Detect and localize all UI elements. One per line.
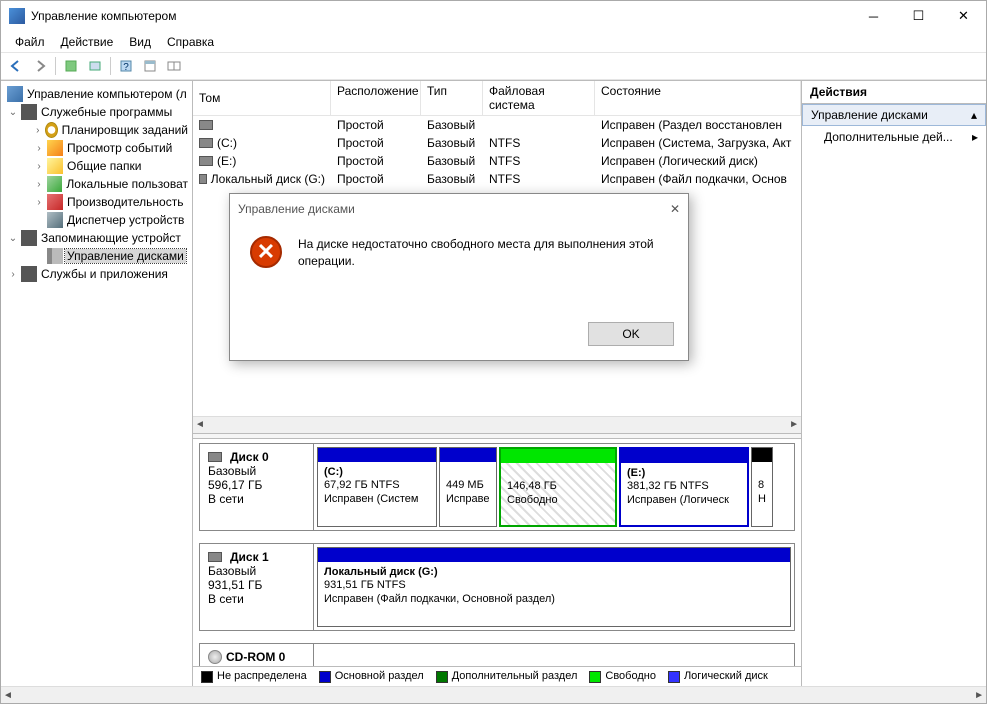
menu-view[interactable]: Вид — [121, 33, 159, 51]
legend-unalloc: Не распределена — [217, 670, 307, 682]
col-loc[interactable]: Расположение — [331, 81, 421, 115]
device-icon — [47, 212, 63, 228]
partition-free[interactable]: 146,48 ГБСвободно — [499, 447, 617, 527]
dialog-close-button[interactable]: ✕ — [670, 202, 680, 216]
tree-events[interactable]: ›Просмотр событий — [3, 139, 190, 157]
tree-scheduler[interactable]: ›Планировщик заданий — [3, 121, 190, 139]
menu-action[interactable]: Действие — [53, 33, 122, 51]
clock-icon — [45, 122, 58, 138]
folder-icon — [47, 158, 63, 174]
tree-users[interactable]: ›Локальные пользоват — [3, 175, 190, 193]
window-title: Управление компьютером — [31, 9, 176, 23]
tree-devices[interactable]: Диспетчер устройств — [3, 211, 190, 229]
volume-icon — [199, 174, 207, 184]
toolbar: ? — [1, 53, 986, 80]
partition-recovery[interactable]: 449 МБИсправе — [439, 447, 497, 527]
actions-panel: Действия Управление дисками▴ Дополнитель… — [802, 81, 986, 686]
error-dialog: Управление дисками ✕ ✕ На диске недостат… — [229, 193, 689, 361]
volume-icon — [199, 138, 213, 148]
help-button[interactable]: ? — [115, 55, 137, 77]
tree-storage[interactable]: ⌄Запоминающие устройст — [3, 229, 190, 247]
volume-table: Том Расположение Тип Файловая система Со… — [193, 81, 801, 188]
actions-more[interactable]: Дополнительные дей...▸ — [802, 126, 986, 148]
volume-header: Том Расположение Тип Файловая система Со… — [193, 81, 801, 116]
partition-small[interactable]: 8Н — [751, 447, 773, 527]
close-button[interactable]: ✕ — [941, 2, 986, 31]
main-panel: Том Расположение Тип Файловая система Со… — [193, 81, 802, 686]
volume-row[interactable]: (E:) ПростойБазовыйNTFSИсправен (Логичес… — [193, 152, 801, 170]
legend-logical: Логический диск — [684, 670, 768, 682]
tree-root[interactable]: Управление компьютером (л — [3, 85, 190, 103]
minimize-button[interactable]: ─ — [851, 2, 896, 31]
back-button[interactable] — [5, 55, 27, 77]
svg-text:?: ? — [123, 62, 129, 73]
partition-e[interactable]: (E:)381,32 ГБ NTFSИсправен (Логическ — [619, 447, 749, 527]
toolbar-btn-2[interactable] — [139, 55, 161, 77]
tools-icon — [21, 104, 37, 120]
content-area: Управление компьютером (л ⌄Служебные про… — [1, 80, 986, 686]
volume-row[interactable]: ПростойБазовыйИсправен (Раздел восстанов… — [193, 116, 801, 134]
volume-row[interactable]: (C:) ПростойБазовыйNTFSИсправен (Система… — [193, 134, 801, 152]
legend-free: Свободно — [605, 670, 656, 682]
titlebar: Управление компьютером ─ ☐ ✕ — [1, 1, 986, 31]
collapse-icon: ▴ — [971, 108, 977, 122]
toolbar-btn-1[interactable] — [60, 55, 82, 77]
dialog-message: На диске недостаточно свободного места д… — [298, 236, 668, 270]
cd-icon — [208, 650, 222, 664]
partition-c[interactable]: (C:)67,92 ГБ NTFSИсправен (Систем — [317, 447, 437, 527]
col-state[interactable]: Состояние — [595, 81, 801, 115]
disk-icon — [208, 552, 222, 562]
forward-button[interactable] — [29, 55, 51, 77]
menu-file[interactable]: Файл — [7, 33, 53, 51]
table-hscroll[interactable]: ◄► — [193, 416, 801, 433]
legend-primary: Основной раздел — [335, 670, 424, 682]
volume-row[interactable]: Локальный диск (G:) ПростойБазовыйNTFSИс… — [193, 170, 801, 188]
menubar: Файл Действие Вид Справка — [1, 31, 986, 53]
arrow-right-icon: ▸ — [972, 130, 978, 144]
app-icon — [9, 8, 25, 24]
legend: Не распределена Основной раздел Дополнит… — [193, 666, 801, 686]
tree-panel: Управление компьютером (л ⌄Служебные про… — [1, 81, 193, 686]
computer-icon — [7, 86, 23, 102]
legend-ext: Дополнительный раздел — [452, 670, 578, 682]
disk-info-cd[interactable]: CD-ROM 0 DVD (F:) Нет носителя — [200, 644, 314, 667]
services-icon — [21, 266, 37, 282]
ok-button[interactable]: OK — [588, 322, 674, 346]
perf-icon — [47, 194, 63, 210]
col-fs[interactable]: Файловая система — [483, 81, 595, 115]
col-type[interactable]: Тип — [421, 81, 483, 115]
volume-icon — [199, 120, 213, 130]
users-icon — [47, 176, 63, 192]
tree-system-tools[interactable]: ⌄Служебные программы — [3, 103, 190, 121]
disk-row-1: Диск 1 Базовый 931,51 ГБ В сети Локальны… — [199, 543, 795, 631]
partition-g[interactable]: Локальный диск (G:)931,51 ГБ NTFSИсправе… — [317, 547, 791, 627]
disk-info-0[interactable]: Диск 0 Базовый 596,17 ГБ В сети — [200, 444, 314, 530]
window-hscroll[interactable]: ◄► — [1, 686, 986, 703]
graphical-view: Диск 0 Базовый 596,17 ГБ В сети (C:)67,9… — [193, 439, 801, 667]
tree-perf[interactable]: ›Производительность — [3, 193, 190, 211]
disk-icon — [47, 248, 63, 264]
disk-row-cd: CD-ROM 0 DVD (F:) Нет носителя — [199, 643, 795, 667]
storage-icon — [21, 230, 37, 246]
menu-help[interactable]: Справка — [159, 33, 222, 51]
tree-shared[interactable]: ›Общие папки — [3, 157, 190, 175]
events-icon — [47, 140, 63, 156]
actions-header: Действия — [802, 81, 986, 104]
col-tom[interactable]: Том — [193, 81, 331, 115]
error-icon: ✕ — [250, 236, 282, 268]
dialog-title: Управление дисками — [238, 202, 355, 216]
disk-row-0: Диск 0 Базовый 596,17 ГБ В сети (C:)67,9… — [199, 443, 795, 531]
refresh-button[interactable] — [84, 55, 106, 77]
tree-disk-mgmt[interactable]: Управление дисками — [3, 247, 190, 265]
disk-info-1[interactable]: Диск 1 Базовый 931,51 ГБ В сети — [200, 544, 314, 630]
disk-icon — [208, 452, 222, 462]
maximize-button[interactable]: ☐ — [896, 2, 941, 31]
actions-section[interactable]: Управление дисками▴ — [802, 104, 986, 126]
tree-services[interactable]: ›Службы и приложения — [3, 265, 190, 283]
main-window: Управление компьютером ─ ☐ ✕ Файл Действ… — [0, 0, 987, 704]
toolbar-btn-3[interactable] — [163, 55, 185, 77]
volume-icon — [199, 156, 213, 166]
